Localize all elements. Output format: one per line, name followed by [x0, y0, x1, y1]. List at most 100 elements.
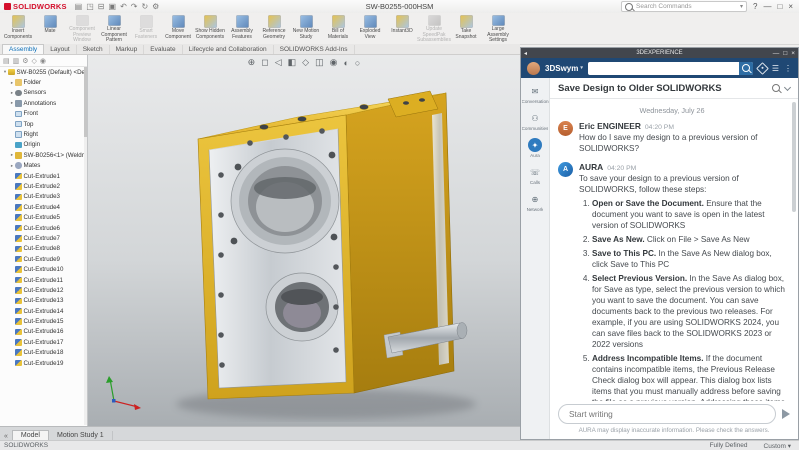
tree-item[interactable]: Cut-Extrude8	[0, 244, 87, 254]
ribbon-tab[interactable]: Lifecycle and Collaboration	[183, 45, 274, 54]
maximize-button[interactable]: □	[777, 2, 782, 11]
zoom-area-icon[interactable]: ◻	[261, 57, 268, 68]
tree-scrollbar[interactable]	[84, 67, 87, 425]
swym-search-button[interactable]	[739, 62, 753, 75]
minimize-button[interactable]: —	[763, 2, 771, 11]
ribbon-button[interactable]: Linear Component Pattern	[98, 13, 130, 44]
tree-item[interactable]: Cut-Extrude1	[0, 171, 87, 181]
tree-item[interactable]: Cut-Extrude10	[0, 264, 87, 274]
nav-item[interactable]: ✉ Conversations	[521, 84, 549, 104]
edit-appearance-icon[interactable]: ◐	[343, 58, 348, 68]
save-icon[interactable]: ⊟	[98, 2, 105, 11]
tree-item[interactable]: ▸ SW-B0256<1> (Weldment) <M	[0, 150, 87, 160]
print-icon[interactable]: ▣	[109, 2, 117, 11]
panel-maximize-button[interactable]: □	[783, 50, 787, 57]
rebuild-icon[interactable]: ↻	[141, 2, 148, 11]
graphics-viewport[interactable]: ⊕◻◁◧◇◫◉◐○	[88, 55, 520, 426]
swym-search-input[interactable]	[588, 62, 739, 75]
message-input[interactable]	[558, 404, 776, 424]
model-3d[interactable]	[88, 55, 520, 426]
tree-item[interactable]: Cut-Extrude3	[0, 192, 87, 202]
tree-item[interactable]: Cut-Extrude2	[0, 181, 87, 191]
new-file-icon[interactable]: ▤	[75, 2, 83, 11]
tree-item[interactable]: Cut-Extrude5	[0, 212, 87, 222]
tree-item[interactable]: Cut-Extrude19	[0, 358, 87, 368]
nav-item[interactable]: ⚇ Communities	[521, 111, 549, 131]
tree-item[interactable]: Cut-Extrude13	[0, 296, 87, 306]
chevron-down-icon[interactable]	[784, 83, 791, 90]
hide-show-items-icon[interactable]: ◉	[330, 57, 338, 68]
tree-item[interactable]: ▸ Mates	[0, 161, 87, 171]
command-search[interactable]: Search Commands ▾	[621, 1, 747, 12]
display-style-icon[interactable]: ◫	[315, 57, 324, 68]
swym-search[interactable]	[588, 62, 753, 75]
tree-item[interactable]: ▸ Folder	[0, 77, 87, 87]
configurationmanager-tab-icon[interactable]: ⚙	[22, 57, 28, 65]
open-file-icon[interactable]: ◳	[86, 2, 94, 11]
ribbon-button[interactable]: Take Snapshot	[450, 13, 482, 44]
model-tab[interactable]: Model	[12, 430, 49, 440]
ribbon-tab[interactable]: Evaluate	[144, 45, 182, 54]
ribbon-button[interactable]: Assembly Features	[226, 13, 258, 44]
tree-item[interactable]: Cut-Extrude16	[0, 327, 87, 337]
ribbon-button[interactable]: Bill of Materials	[322, 13, 354, 44]
tree-item[interactable]: Cut-Extrude18	[0, 348, 87, 358]
nav-item[interactable]: ✦ Aura	[521, 138, 549, 158]
ribbon-tab[interactable]: Assembly	[2, 44, 44, 54]
close-button[interactable]: ×	[788, 2, 793, 11]
zoom-fit-icon[interactable]: ⊕	[248, 57, 256, 68]
tree-item[interactable]: ▾ SW-B0255 (Default) <Default_Displ	[0, 67, 87, 77]
view-orientation-icon[interactable]: ◇	[302, 57, 309, 68]
menu-icon[interactable]: ☰	[772, 64, 779, 73]
displaymanager-tab-icon[interactable]: ◉	[40, 57, 46, 65]
ribbon-button[interactable]: Smart Fasteners	[130, 13, 162, 44]
undo-icon[interactable]: ↶	[120, 2, 127, 11]
conversation-search-icon[interactable]	[772, 84, 780, 92]
tree-item[interactable]: Cut-Extrude17	[0, 337, 87, 347]
chat-scrollbar[interactable]	[792, 102, 796, 212]
tab-scroll-left-icon[interactable]: «	[4, 433, 8, 440]
ribbon-tab[interactable]: Sketch	[77, 45, 110, 54]
apply-scene-icon[interactable]: ○	[355, 58, 360, 68]
help-icon[interactable]: ?	[753, 2, 757, 11]
panel-minimize-button[interactable]: —	[773, 50, 780, 57]
ribbon-button[interactable]: Insert Components	[2, 13, 34, 44]
tree-item[interactable]: Front	[0, 109, 87, 119]
tree-item[interactable]: Cut-Extrude14	[0, 306, 87, 316]
message-input-field[interactable]	[567, 408, 767, 420]
redo-icon[interactable]: ↷	[131, 2, 138, 11]
ribbon-button[interactable]: Component Preview Window	[66, 13, 98, 44]
tree-scrollbar-thumb[interactable]	[84, 67, 87, 137]
tree-item[interactable]: ▸ Sensors	[0, 88, 87, 98]
propertymanager-tab-icon[interactable]: ▥	[13, 57, 20, 65]
tree-item[interactable]: Cut-Extrude4	[0, 202, 87, 212]
ribbon-tab[interactable]: Markup	[110, 45, 145, 54]
tag-icon[interactable]	[756, 62, 769, 75]
tree-item[interactable]: Cut-Extrude9	[0, 254, 87, 264]
tree-item[interactable]: Right	[0, 129, 87, 139]
ribbon-button[interactable]: Exploded View	[354, 13, 386, 44]
ribbon-button[interactable]: Mate	[34, 13, 66, 44]
user-avatar[interactable]	[527, 62, 540, 75]
previous-view-icon[interactable]: ◁	[275, 57, 282, 68]
configuration-selector[interactable]: Custom ▾	[764, 442, 791, 450]
dimxpert-tab-icon[interactable]: ◇	[32, 57, 37, 65]
tree-item[interactable]: Cut-Extrude7	[0, 233, 87, 243]
message-list[interactable]: Wednesday, July 26 E Eric ENGINEER 04:20…	[550, 99, 798, 401]
featuremanager-tab-icon[interactable]: ▤	[3, 57, 10, 65]
panel-close-button[interactable]: ×	[791, 50, 795, 57]
search-dropdown-icon[interactable]: ▾	[740, 3, 743, 10]
ribbon-button[interactable]: Reference Geometry	[258, 13, 290, 44]
tree-item[interactable]: Top	[0, 119, 87, 129]
options-icon[interactable]: ⚙	[152, 2, 159, 11]
tree-item[interactable]: Cut-Extrude11	[0, 275, 87, 285]
ribbon-tab[interactable]: SOLIDWORKS Add-Ins	[274, 45, 355, 54]
model-tab[interactable]: Motion Study 1	[49, 431, 113, 440]
tree-item[interactable]: Origin	[0, 140, 87, 150]
tree-item[interactable]: Cut-Extrude15	[0, 316, 87, 326]
ribbon-button[interactable]: Move Component	[162, 13, 194, 44]
ribbon-button[interactable]: Instant3D	[386, 13, 418, 44]
ribbon-button[interactable]: Large Assembly Settings	[482, 13, 514, 44]
ribbon-button[interactable]: New Motion Study	[290, 13, 322, 44]
more-options-icon[interactable]: ⋮	[784, 64, 792, 73]
